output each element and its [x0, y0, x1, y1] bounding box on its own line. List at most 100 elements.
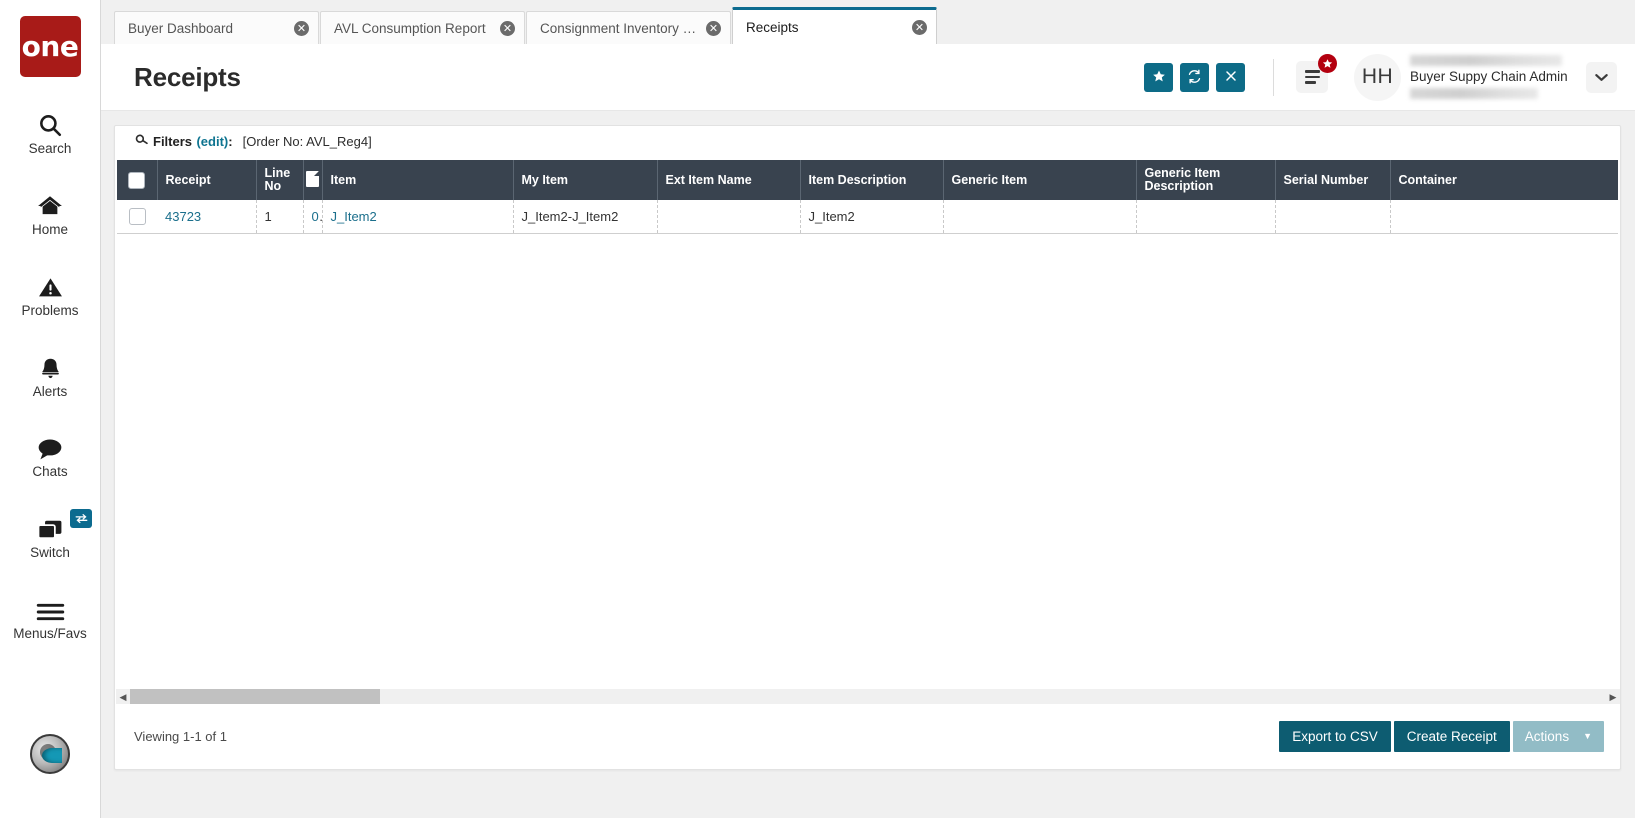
sidebar-item-chats[interactable]: Chats [0, 422, 100, 489]
favorite-button[interactable] [1144, 62, 1173, 92]
tab-strip: Buyer Dashboard ✕ AVL Consumption Report… [101, 0, 1635, 44]
actions-label: Actions [1524, 728, 1570, 744]
table-header-row: Receipt Line No Item My Item Ext Item Na… [117, 160, 1618, 200]
table-row[interactable]: 43723 1 0 J_Item2 J_Item2-J_Item2 J_Item… [117, 200, 1618, 234]
sidebar-nav-list: Search Home Problems Alerts Chats Switch… [0, 99, 100, 665]
sidebar-item-switch[interactable]: Switch [0, 503, 100, 570]
sidebar-item-label: Problems [21, 302, 79, 318]
one-network-logo[interactable]: one [19, 16, 81, 77]
cell-receipt: 43723 [157, 200, 257, 234]
chat-bubble-icon [36, 431, 64, 461]
close-button[interactable] [1216, 62, 1245, 92]
bell-icon [38, 351, 63, 381]
item-link[interactable]: J_Item2 [331, 209, 377, 224]
filters-bar: Filters (edit) : [Order No: AVL_Reg4] [115, 126, 1620, 156]
refresh-icon [1187, 69, 1202, 86]
swap-arrows-icon[interactable] [70, 509, 92, 529]
select-all-checkbox[interactable] [128, 171, 146, 189]
hamburger-icon [36, 593, 65, 623]
tab-label: Buyer Dashboard [128, 20, 234, 36]
column-header-document[interactable] [303, 160, 323, 200]
tab-avl-consumption-report[interactable]: AVL Consumption Report ✕ [320, 11, 525, 44]
column-header-generic-item-description[interactable]: Generic Item Description [1136, 160, 1276, 200]
header-divider [1273, 58, 1274, 96]
logo-text: one [21, 29, 79, 63]
cell-generic-item-description [1136, 200, 1276, 234]
table-footer: Viewing 1-1 of 1 Export to CSV Create Re… [116, 704, 1620, 768]
cell-line-no: 1 [256, 200, 304, 234]
table-body: 43723 1 0 J_Item2 J_Item2-J_Item2 J_Item… [117, 200, 1618, 234]
column-header-serial-number[interactable]: Serial Number [1275, 160, 1391, 200]
close-x-icon [1225, 70, 1237, 84]
document-count-link[interactable]: 0 [312, 209, 322, 224]
scroll-left-arrow-icon[interactable]: ◀ [116, 689, 130, 705]
chevron-down-icon: ▼ [1583, 730, 1592, 741]
scroll-right-arrow-icon[interactable]: ▶ [1606, 689, 1620, 705]
scrollbar-thumb[interactable] [130, 689, 380, 705]
sidebar-item-home[interactable]: Home [0, 180, 100, 247]
column-header-container[interactable]: Container [1390, 160, 1618, 200]
header-actions: HH Buyer Suppy Chain Admin [1137, 53, 1617, 101]
close-icon[interactable]: ✕ [912, 19, 927, 35]
avatar[interactable]: HH [1354, 53, 1401, 101]
star-icon [1152, 69, 1166, 85]
tab-label: Receipts [746, 19, 799, 35]
user-info-block[interactable]: Buyer Suppy Chain Admin [1410, 55, 1568, 99]
sidebar-item-label: Search [28, 141, 72, 156]
column-header-receipt[interactable]: Receipt [157, 160, 257, 200]
page-title: Receipts [134, 61, 241, 92]
sidebar-item-problems[interactable]: Problems [0, 261, 100, 328]
chevron-down-icon [1595, 70, 1608, 85]
column-header-ext-item-name[interactable]: Ext Item Name [657, 160, 801, 200]
sidebar-item-menus-favs[interactable]: Menus/Favs [0, 584, 100, 651]
column-header-line-no[interactable]: Line No [256, 160, 304, 200]
filters-edit-link[interactable]: (edit) [196, 134, 228, 149]
viewing-count-label: Viewing 1-1 of 1 [134, 728, 227, 744]
menu-button[interactable] [1296, 54, 1337, 93]
filters-label: Filters [153, 133, 193, 149]
page-header: Receipts HH Buyer Suppy Chain Admin [101, 44, 1635, 111]
tab-buyer-dashboard[interactable]: Buyer Dashboard ✕ [114, 11, 319, 44]
user-menu-toggle[interactable] [1586, 61, 1617, 93]
document-icon [306, 170, 319, 187]
actions-button[interactable]: Actions ▼ [1512, 720, 1604, 752]
close-icon[interactable]: ✕ [706, 20, 721, 36]
create-receipt-button[interactable]: Create Receipt [1393, 720, 1510, 752]
tab-consignment-inventory-summary[interactable]: Consignment Inventory Summar... ✕ [526, 11, 731, 44]
windows-stack-icon [36, 512, 65, 542]
sidebar-item-label: Alerts [32, 383, 68, 399]
row-checkbox[interactable] [128, 207, 146, 225]
warning-triangle-icon [37, 270, 64, 300]
table-scroll-region: Receipt Line No Item My Item Ext Item Na… [116, 160, 1620, 720]
export-to-csv-button[interactable]: Export to CSV [1279, 720, 1391, 752]
cell-item-description: J_Item2 [800, 200, 944, 234]
row-select-cell [117, 200, 157, 234]
column-header-item-description[interactable]: Item Description [800, 160, 944, 200]
refresh-button[interactable] [1180, 62, 1209, 92]
close-icon[interactable]: ✕ [294, 20, 309, 36]
user-avatar-photo[interactable] [30, 734, 70, 774]
filters-criteria: [Order No: AVL_Reg4] [242, 133, 372, 149]
search-icon [37, 108, 63, 138]
filters-colon: : [228, 133, 233, 149]
scrollbar-track[interactable] [130, 689, 1606, 705]
cell-container [1390, 200, 1618, 234]
receipt-link[interactable]: 43723 [165, 209, 201, 224]
close-icon[interactable]: ✕ [500, 20, 515, 36]
user-role-label: Buyer Suppy Chain Admin [1410, 69, 1568, 84]
tab-receipts[interactable]: Receipts ✕ [732, 7, 937, 44]
cell-serial-number [1275, 200, 1391, 234]
redacted-bar-bottom [1410, 88, 1538, 99]
search-icon [133, 132, 149, 150]
cell-document-count: 0 [303, 200, 323, 234]
column-header-generic-item[interactable]: Generic Item [943, 160, 1137, 200]
receipts-table: Receipt Line No Item My Item Ext Item Na… [117, 160, 1618, 234]
sidebar-item-search[interactable]: Search [0, 99, 100, 166]
column-header-item[interactable]: Item [322, 160, 514, 200]
sidebar-item-alerts[interactable]: Alerts [0, 342, 100, 409]
sidebar-item-label: Menus/Favs [13, 626, 87, 642]
tab-label: AVL Consumption Report [334, 20, 486, 36]
sidebar-item-label: Home [31, 221, 68, 237]
column-header-my-item[interactable]: My Item [513, 160, 658, 200]
horizontal-scrollbar[interactable]: ◀ ▶ [116, 689, 1620, 705]
